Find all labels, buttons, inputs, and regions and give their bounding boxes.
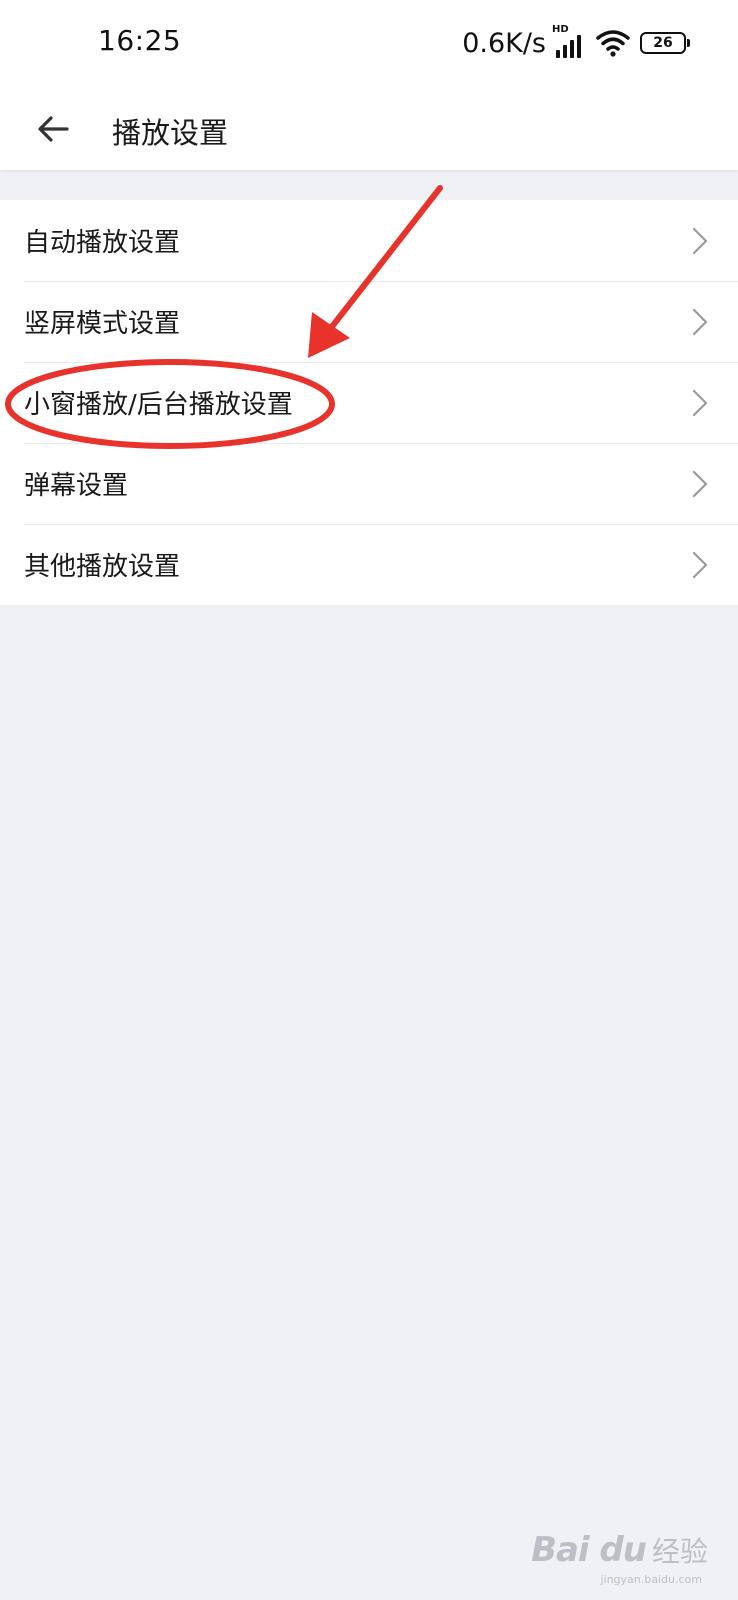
settings-item-portrait-mode[interactable]: 竖屏模式设置 — [0, 281, 738, 362]
status-time: 16:25 — [98, 24, 182, 57]
battery-icon: 26 — [640, 32, 690, 54]
chevron-right-icon — [692, 470, 708, 498]
watermark-text: 经验 — [651, 1535, 708, 1568]
network-speed: 0.6K/s — [462, 27, 546, 59]
chevron-right-icon — [692, 308, 708, 336]
chevron-right-icon — [692, 551, 708, 579]
settings-item-background-play[interactable]: 小窗播放/后台播放设置 — [0, 362, 738, 443]
back-button[interactable] — [28, 102, 78, 156]
settings-item-label: 自动播放设置 — [24, 228, 181, 258]
watermark-logo: Bai du — [531, 1530, 647, 1570]
page-title: 播放设置 — [112, 116, 229, 150]
battery-level: 26 — [653, 35, 673, 51]
chevron-right-icon — [692, 227, 708, 255]
screen: 16:25 0.6K/s HD 26 播放设置 自动播放设置 竖屏模式设置 小窗… — [0, 0, 738, 1600]
hd-badge: HD — [552, 24, 569, 35]
watermark-url: jingyan.baidu.com — [600, 1573, 702, 1586]
settings-item-label: 其他播放设置 — [24, 552, 181, 582]
settings-item-other[interactable]: 其他播放设置 — [0, 524, 738, 605]
wifi-icon — [596, 28, 630, 58]
chevron-right-icon — [692, 389, 708, 417]
settings-item-label: 竖屏模式设置 — [24, 309, 181, 339]
baidu-watermark: Bai du 经验 — [531, 1530, 708, 1570]
settings-item-label: 弹幕设置 — [24, 471, 129, 501]
settings-item-autoplay[interactable]: 自动播放设置 — [0, 200, 738, 281]
status-bar: 16:25 0.6K/s HD 26 — [0, 0, 738, 88]
signal-icon: HD — [552, 24, 590, 58]
arrow-left-icon — [36, 114, 70, 144]
status-indicators: 0.6K/s HD 26 — [462, 24, 690, 60]
nav-bar: 播放设置 — [0, 88, 738, 170]
settings-item-danmaku[interactable]: 弹幕设置 — [0, 443, 738, 524]
settings-list: 自动播放设置 竖屏模式设置 小窗播放/后台播放设置 弹幕设置 其他播放设置 — [0, 200, 738, 605]
settings-item-label: 小窗播放/后台播放设置 — [24, 390, 293, 420]
